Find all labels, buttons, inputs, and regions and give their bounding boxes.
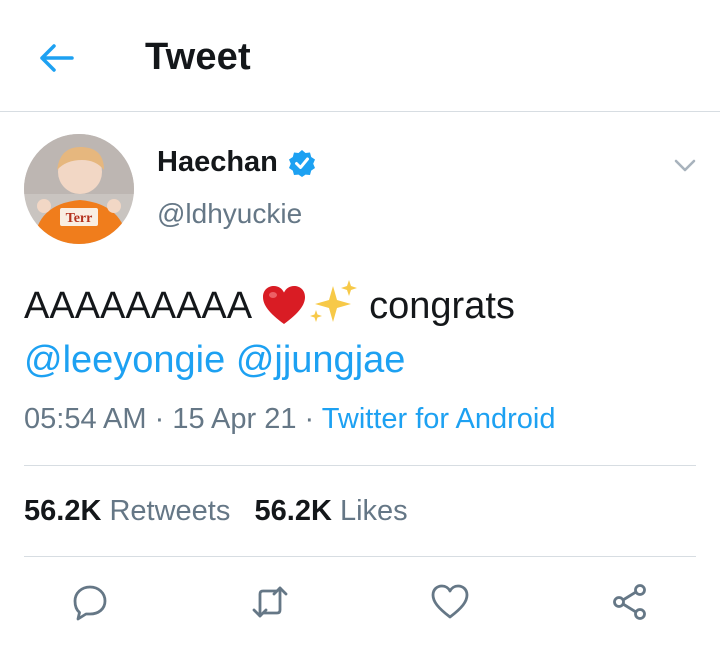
sparkles-emoji: [309, 280, 357, 322]
action-bar: [0, 580, 720, 630]
tweet-stats: 56.2K Retweets 56.2K Likes: [24, 495, 408, 528]
header-bar: Tweet: [0, 0, 720, 112]
tweet-text-suffix: congrats: [369, 285, 515, 327]
like-button[interactable]: [428, 580, 472, 624]
retweets-count: 56.2K: [24, 495, 102, 527]
mention-link[interactable]: @jjungjae: [236, 339, 406, 381]
retweets-stat[interactable]: 56.2K Retweets: [24, 495, 230, 527]
divider: [24, 465, 696, 466]
chevron-down-icon[interactable]: [670, 150, 700, 180]
tweet-time: 05:54 AM: [24, 403, 147, 435]
share-icon: [613, 584, 646, 620]
back-button[interactable]: [30, 32, 82, 84]
retweet-button[interactable]: [248, 580, 292, 624]
back-arrow-icon: [40, 44, 74, 72]
tweet-text: AAAAAAAAA congrats @leeyongie @jjungjae: [24, 278, 704, 387]
svg-text:Terr: Terr: [66, 211, 93, 226]
mention-link[interactable]: @leeyongie: [24, 339, 225, 381]
author-name-row: Haechan: [157, 146, 316, 179]
author-handle[interactable]: @ldhyuckie: [157, 198, 302, 230]
tweet-text-prefix: AAAAAAAAA: [24, 285, 251, 327]
avatar[interactable]: Terr: [24, 134, 134, 244]
page-title: Tweet: [145, 36, 251, 78]
likes-label: Likes: [339, 495, 408, 527]
reply-icon: [73, 585, 107, 621]
tweet-source-link[interactable]: Twitter for Android: [322, 403, 556, 435]
likes-count: 56.2K: [254, 495, 332, 527]
tweet-meta: 05:54 AM · 15 Apr 21 · Twitter for Andro…: [24, 403, 555, 436]
divider: [24, 556, 696, 557]
likes-stat[interactable]: 56.2K Likes: [255, 495, 408, 527]
retweet-icon: [252, 586, 288, 618]
retweets-label: Retweets: [109, 495, 231, 527]
like-icon: [431, 584, 469, 619]
tweet-date: 15 Apr 21: [172, 403, 297, 435]
author-name[interactable]: Haechan: [157, 146, 278, 179]
verified-badge-icon: [288, 149, 315, 177]
meta-separator: ·: [304, 403, 315, 435]
reply-button[interactable]: [68, 580, 112, 624]
meta-separator: ·: [154, 403, 165, 435]
heart-emoji: [262, 286, 305, 324]
share-button[interactable]: [608, 580, 652, 624]
